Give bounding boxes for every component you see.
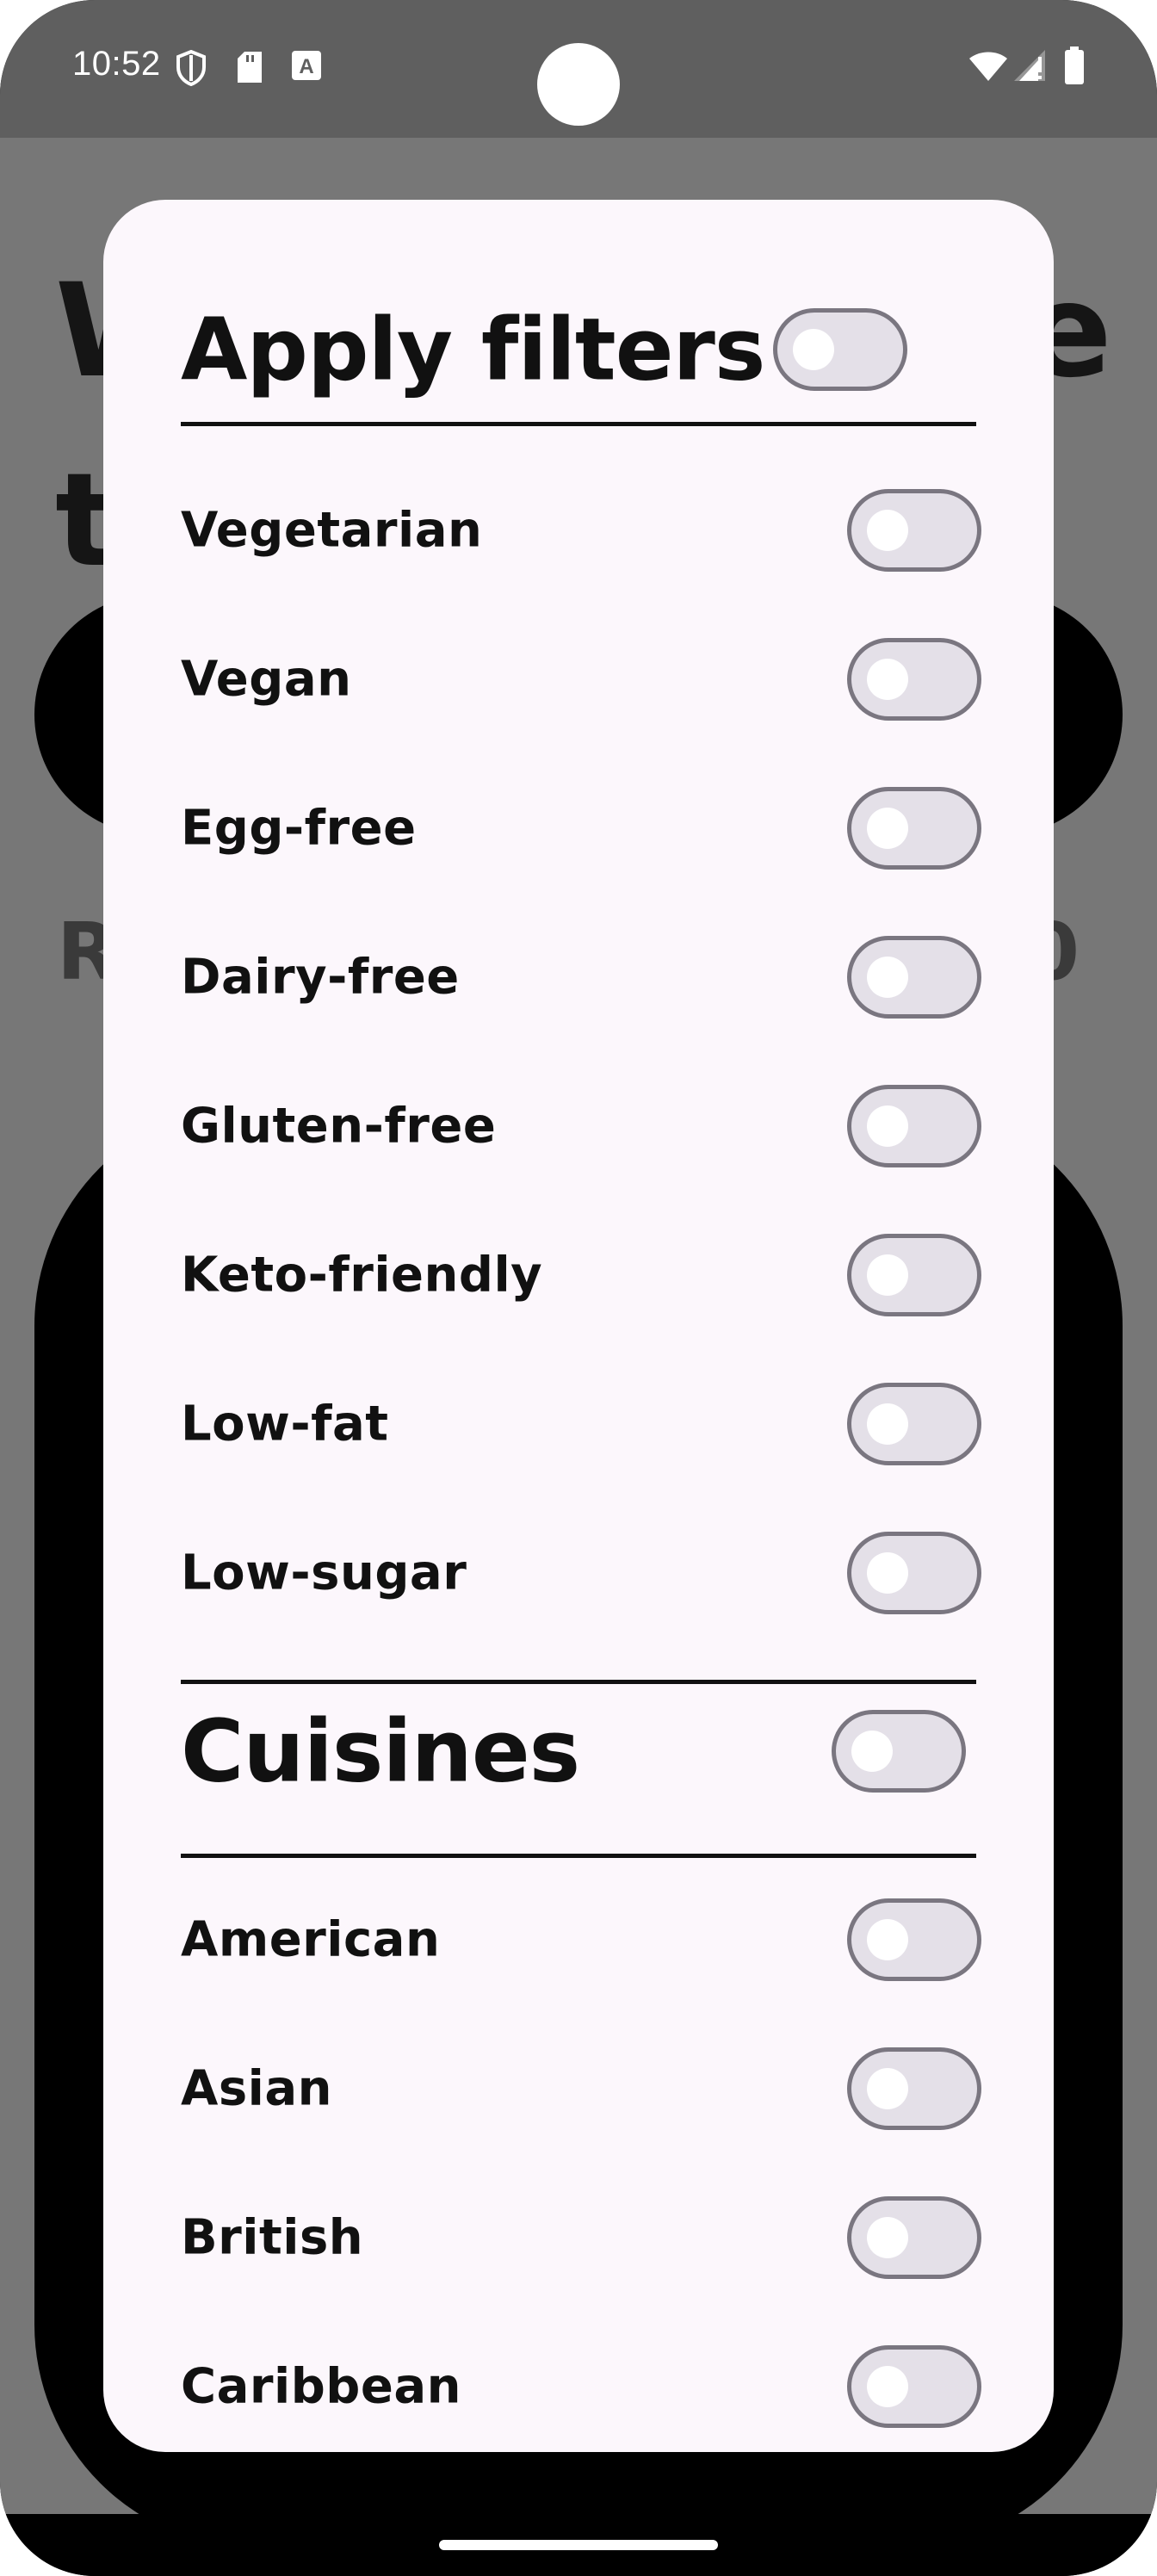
cuisine-row-british[interactable]: British <box>181 2190 981 2285</box>
filter-row-vegan[interactable]: Vegan <box>181 632 981 727</box>
keto-friendly-switch[interactable] <box>847 1234 981 1316</box>
switch-thumb <box>867 2068 908 2109</box>
switch-thumb <box>867 2217 908 2258</box>
cuisines-title: Cuisines <box>181 1700 580 1802</box>
switch-thumb <box>867 2366 908 2407</box>
cuisine-label: American <box>181 1911 441 1968</box>
keyboard-a-icon: A <box>291 50 322 84</box>
battery-icon <box>1064 46 1085 88</box>
filter-row-vegetarian[interactable]: Vegetarian <box>181 483 981 578</box>
filter-label: Gluten-free <box>181 1098 497 1155</box>
switch-thumb <box>867 659 908 700</box>
switch-thumb <box>867 510 908 551</box>
apply-filters-row[interactable]: Apply filters <box>181 293 981 406</box>
egg-free-switch[interactable] <box>847 787 981 870</box>
status-time: 10:52 <box>72 45 161 83</box>
caribbean-switch[interactable] <box>847 2345 981 2428</box>
switch-thumb <box>867 957 908 998</box>
front-camera <box>537 43 620 126</box>
switch-thumb <box>793 329 834 370</box>
asian-switch[interactable] <box>847 2047 981 2130</box>
vegan-switch[interactable] <box>847 638 981 721</box>
switch-thumb <box>867 1105 908 1147</box>
apply-filters-title: Apply filters <box>181 299 765 400</box>
filter-row-keto-friendly[interactable]: Keto-friendly <box>181 1228 981 1322</box>
filter-label: Dairy-free <box>181 949 460 1006</box>
filter-label: Low-sugar <box>181 1545 467 1601</box>
filter-label: Egg-free <box>181 800 417 857</box>
shield-icon <box>176 49 207 90</box>
status-bar: 10:52 A <box>0 0 1157 138</box>
filter-row-low-fat[interactable]: Low-fat <box>181 1377 981 1471</box>
cuisine-label: Asian <box>181 2060 333 2117</box>
switch-thumb <box>851 1731 893 1772</box>
filter-row-egg-free[interactable]: Egg-free <box>181 781 981 876</box>
filter-dialog: Apply filters Vegetarian Vegan Egg-free … <box>103 200 1054 2452</box>
cuisine-label: British <box>181 2209 364 2266</box>
filter-label: Keto-friendly <box>181 1247 543 1303</box>
british-switch[interactable] <box>847 2196 981 2279</box>
filter-label: Low-fat <box>181 1396 389 1452</box>
switch-thumb <box>867 1254 908 1296</box>
divider <box>181 422 976 426</box>
svg-text:A: A <box>299 55 313 78</box>
switch-thumb <box>867 1552 908 1594</box>
american-switch[interactable] <box>847 1898 981 1981</box>
cuisines-row[interactable]: Cuisines <box>181 1694 981 1808</box>
filter-label: Vegan <box>181 651 352 708</box>
low-fat-switch[interactable] <box>847 1383 981 1465</box>
cuisine-label: Caribbean <box>181 2358 462 2415</box>
cuisines-switch[interactable] <box>832 1710 966 1793</box>
cuisine-row-caribbean[interactable]: Caribbean <box>181 2339 981 2434</box>
home-gesture-bar[interactable] <box>439 2540 718 2550</box>
wifi-icon <box>968 48 1009 86</box>
divider <box>181 1854 976 1858</box>
gluten-free-switch[interactable] <box>847 1085 981 1167</box>
switch-thumb <box>867 1919 908 1960</box>
filter-row-dairy-free[interactable]: Dairy-free <box>181 930 981 1025</box>
low-sugar-switch[interactable] <box>847 1532 981 1614</box>
cuisine-row-american[interactable]: American <box>181 1892 981 1987</box>
cuisine-row-asian[interactable]: Asian <box>181 2041 981 2136</box>
filter-row-low-sugar[interactable]: Low-sugar <box>181 1526 981 1620</box>
sd-card-icon <box>236 50 263 88</box>
dairy-free-switch[interactable] <box>847 936 981 1019</box>
switch-thumb <box>867 1403 908 1445</box>
apply-filters-switch[interactable] <box>773 308 907 391</box>
filter-label: Vegetarian <box>181 502 483 559</box>
vegetarian-switch[interactable] <box>847 489 981 572</box>
divider <box>181 1680 976 1684</box>
filter-row-gluten-free[interactable]: Gluten-free <box>181 1079 981 1173</box>
signal-icon <box>1012 48 1047 86</box>
switch-thumb <box>867 808 908 849</box>
phone-screen: W e t R 0 10:52 A Apply filters <box>0 0 1157 2576</box>
